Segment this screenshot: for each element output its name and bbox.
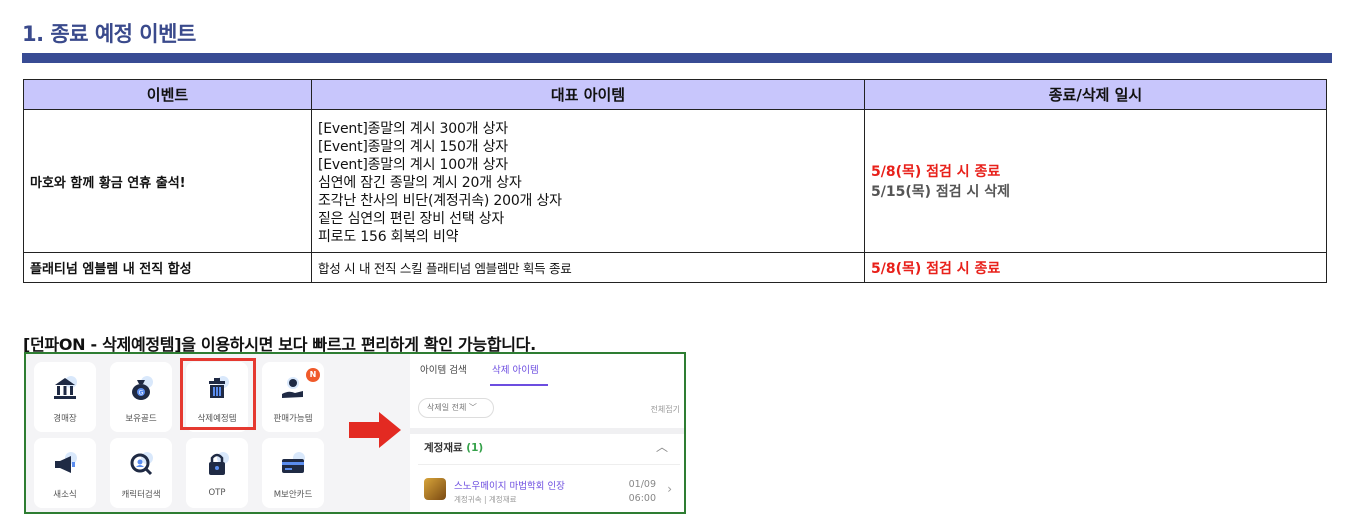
section-title: 1. 종료 예정 이벤트 <box>22 22 196 46</box>
lock-icon <box>209 452 229 475</box>
tile-sellable[interactable]: N 판매가능템 <box>262 362 324 432</box>
header-end-date: 종료/삭제 일시 <box>864 79 1327 110</box>
divider <box>410 428 684 434</box>
item-time: 06:00 <box>628 493 656 504</box>
collapse-all-button[interactable]: 전체접기 <box>651 404 680 415</box>
list-item: [Event]종말의 계시 150개 상자 <box>318 139 508 155</box>
item-date: 01/09 <box>628 479 656 490</box>
selection-highlight <box>180 358 256 430</box>
end-delete-cell: 5/8(목) 점검 시 종료 5/15(목) 점검 시 삭제 <box>864 109 1327 253</box>
table-row: 마호와 함께 황금 연휴 출석! [Event]종말의 계시 300개 상자 [… <box>23 109 1327 253</box>
delete-date-filter[interactable]: 삭제일 전체 ﹀ <box>418 398 494 418</box>
list-item: 조각난 찬사의 비단(계정귀속) 200개 상자 <box>318 193 562 209</box>
new-badge: N <box>306 368 320 382</box>
app-screenshot: 경매장 G 보유골드 삭제예정템 N 판매가능템 새소식 캐릭터검색 OTP M… <box>24 352 686 514</box>
filter-label: 삭제일 전체 <box>427 403 467 412</box>
divider <box>418 464 680 465</box>
item-thumbnail-icon <box>424 478 446 500</box>
end-date: 5/8(목) 점검 시 종료 <box>871 164 1001 180</box>
list-item: [Event]종말의 계시 100개 상자 <box>318 157 508 173</box>
arrow-right-icon <box>349 412 401 448</box>
tile-label: 캐릭터검색 <box>121 490 161 500</box>
list-item: 심연에 잠긴 종말의 계시 20개 상자 <box>318 175 522 191</box>
title-bar <box>22 53 1332 63</box>
tile-otp[interactable]: OTP <box>186 438 248 508</box>
item-subtitle: 계정귀속 | 계정재료 <box>454 495 517 504</box>
end-date: 5/8(목) 점검 시 종료 <box>864 252 1327 283</box>
delete-items-panel: 아이템 검색 삭제 아이템 삭제일 전체 ﹀ 전체접기 계정재료 (1) ︿ 스… <box>410 354 684 512</box>
table-row: 플래티넘 엠블렘 내 전직 합성 합성 시 내 전직 스킬 플래티넘 엠블렘만 … <box>23 252 1327 283</box>
tile-label: OTP <box>208 488 226 498</box>
chevron-up-icon[interactable]: ︿ <box>656 438 668 455</box>
tile-label: 새소식 <box>53 490 77 500</box>
delete-date: 5/15(목) 점검 시 삭제 <box>871 184 1011 200</box>
tile-auction[interactable]: 경매장 <box>34 362 96 432</box>
security-card-icon <box>282 452 305 473</box>
tile-character-search[interactable]: 캐릭터검색 <box>110 438 172 508</box>
gold-bag-icon: G <box>132 376 153 400</box>
tab-underline <box>490 384 548 386</box>
list-item: 짙은 심연의 편린 장비 선택 상자 <box>318 211 505 227</box>
chevron-down-icon: ﹀ <box>468 403 477 412</box>
event-name: 플래티넘 엠블렘 내 전직 합성 <box>23 252 312 283</box>
category-count: (1) <box>466 442 484 454</box>
svg-text:G: G <box>139 390 144 397</box>
tile-label: 경매장 <box>53 414 77 424</box>
megaphone-icon <box>55 452 77 473</box>
list-item: 피로도 156 회복의 비약 <box>318 229 459 245</box>
tile-security-card[interactable]: M보안카드 <box>262 438 324 508</box>
header-event: 이벤트 <box>23 79 312 110</box>
list-item: [Event]종말의 계시 300개 상자 <box>318 121 508 137</box>
item-text: 합성 시 내 전직 스킬 플래티넘 엠블렘만 획득 종료 <box>311 252 865 283</box>
bank-icon <box>54 376 77 399</box>
category-header[interactable]: 계정재료 (1) <box>424 440 483 455</box>
tile-label: 판매가능템 <box>273 414 313 424</box>
header-items: 대표 아이템 <box>311 79 865 110</box>
item-list: [Event]종말의 계시 300개 상자 [Event]종말의 계시 150개… <box>311 109 865 253</box>
tile-gold[interactable]: G 보유골드 <box>110 362 172 432</box>
tile-label: 보유골드 <box>125 414 157 424</box>
sell-item-icon <box>282 377 303 398</box>
category-label: 계정재료 <box>424 442 463 454</box>
tile-label: M보안카드 <box>273 490 313 500</box>
tile-news[interactable]: 새소식 <box>34 438 96 508</box>
chevron-right-icon[interactable]: › <box>667 482 672 496</box>
item-delete-date: 01/09 06:00 <box>629 478 656 506</box>
item-name[interactable]: 스노우메이지 마법학회 인장 <box>454 478 565 492</box>
event-name: 마호와 함께 황금 연휴 출석! <box>23 109 312 253</box>
events-table: 이벤트 대표 아이템 종료/삭제 일시 마호와 함께 황금 연휴 출석! [Ev… <box>23 79 1327 283</box>
tab-deleted-items[interactable]: 삭제 아이템 <box>492 362 539 376</box>
character-search-icon <box>130 452 153 476</box>
tab-item-search[interactable]: 아이템 검색 <box>420 362 467 376</box>
